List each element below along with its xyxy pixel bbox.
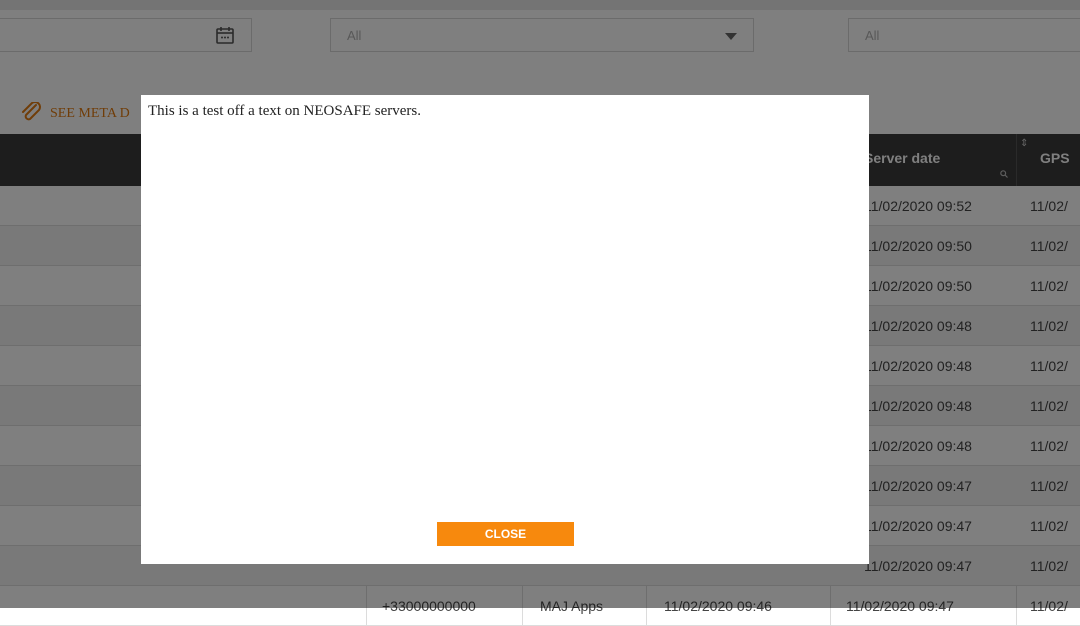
close-button[interactable]: CLOSE: [437, 522, 574, 546]
dialog-message: This is a test off a text on NEOSAFE ser…: [148, 103, 422, 119]
message-dialog: This is a test off a text on NEOSAFE ser…: [141, 95, 869, 564]
